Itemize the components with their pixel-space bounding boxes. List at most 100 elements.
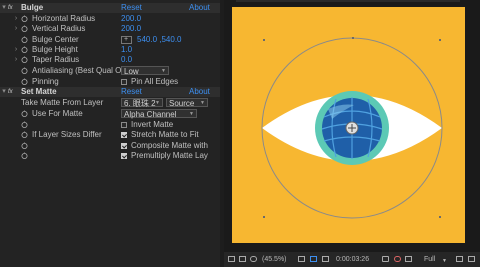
chevron-down-icon: ▼	[189, 111, 194, 117]
matte-layer-dropdown[interactable]: 6. 眼珠 2 ▼	[121, 98, 163, 108]
pinning-label: Pinning	[32, 77, 59, 86]
flow-icon[interactable]	[405, 256, 412, 262]
premultiply-label: Premultiply Matte Lay	[131, 151, 208, 160]
monitor-icon[interactable]	[239, 256, 246, 262]
set-matte-effect-name: Set Matte	[21, 87, 57, 96]
bulge-center-value[interactable]: 540.0 ,540.0	[137, 35, 181, 45]
composition-canvas[interactable]	[232, 7, 465, 243]
bulge-about-link[interactable]: About	[189, 3, 210, 13]
stretch-matte-label: Stretch Matte to Fit	[131, 130, 199, 139]
antialiasing-dropdown[interactable]: Low ▼	[121, 66, 169, 76]
eye-artwork	[261, 37, 443, 219]
composite-matte-row: Composite Matte with	[0, 141, 220, 151]
color-channels-icon[interactable]	[394, 256, 401, 262]
invert-matte-label: Invert Matte	[131, 120, 174, 129]
preview-icon[interactable]	[228, 256, 235, 262]
stopwatch-icon[interactable]	[21, 142, 28, 149]
taper-radius-label: Taper Radius	[32, 55, 80, 64]
bulge-effect-header[interactable]: ▾ fx Bulge Reset About	[0, 3, 220, 13]
set-matte-reset-link[interactable]: Reset	[121, 87, 142, 97]
matte-source-selected-value: Source	[169, 99, 195, 108]
take-matte-label: Take Matte From Layer	[21, 98, 104, 107]
view-options-icon[interactable]	[250, 256, 257, 262]
expand-arrow-icon[interactable]: ›	[13, 24, 19, 34]
bulge-height-label: Bulge Height	[32, 45, 78, 54]
stopwatch-icon[interactable]	[21, 131, 28, 138]
fx-toggle-icon[interactable]: fx	[8, 4, 18, 12]
composite-matte-label: Composite Matte with	[131, 141, 208, 150]
composite-matte-checkbox[interactable]	[121, 143, 127, 149]
horizontal-radius-label: Horizontal Radius	[32, 14, 96, 23]
stopwatch-icon[interactable]	[21, 152, 28, 159]
stopwatch-icon[interactable]	[21, 15, 28, 22]
timecode-display[interactable]: 0:00:03:26	[336, 255, 369, 264]
region-of-interest-icon[interactable]	[310, 256, 317, 262]
use-for-matte-label: Use For Matte	[32, 109, 83, 118]
layer-sizes-label: If Layer Sizes Differ	[32, 130, 102, 139]
vertical-radius-label: Vertical Radius	[32, 24, 86, 33]
effect-controls-panel: ▾ fx Bulge Reset About › Horizontal Radi…	[0, 0, 220, 267]
expand-arrow-icon[interactable]: ›	[13, 55, 19, 65]
fx-toggle-icon[interactable]: fx	[8, 88, 18, 96]
expand-arrow-icon[interactable]: ›	[13, 45, 19, 55]
taper-radius-value[interactable]: 0.0	[121, 55, 132, 65]
expand-arrow-icon[interactable]: ›	[13, 14, 19, 24]
premultiply-checkbox[interactable]	[121, 153, 127, 159]
chevron-down-icon: ▼	[161, 68, 166, 74]
use-for-matte-selected-value: Alpha Channel	[124, 110, 177, 119]
premultiply-row: Premultiply Matte Lay	[0, 151, 220, 161]
bulge-height-row: › Bulge Height 1.0	[0, 45, 220, 55]
bulge-center-row: Bulge Center 540.0 ,540.0	[0, 35, 220, 45]
matte-layer-selected-value: 6. 眼珠 2	[124, 99, 156, 108]
zoom-dropdown[interactable]: (45.5%)	[262, 255, 287, 264]
resolution-dropdown[interactable]: Full	[424, 255, 435, 264]
pinning-row: Pinning Pin All Edges	[0, 77, 220, 87]
fast-preview-icon[interactable]	[456, 256, 463, 262]
set-matte-about-link[interactable]: About	[189, 87, 210, 97]
bulge-center-label: Bulge Center	[32, 35, 79, 44]
invert-matte-checkbox[interactable]	[121, 122, 127, 128]
stopwatch-icon[interactable]	[21, 36, 28, 43]
composition-viewer[interactable]	[224, 0, 480, 252]
bulge-reset-link[interactable]: Reset	[121, 3, 142, 13]
collapse-arrow-icon[interactable]: ▾	[1, 87, 7, 97]
viewer-bottom-toolbar: (45.5%) 0:00:03:26 Full ▼	[224, 252, 480, 267]
taper-radius-row: › Taper Radius 0.0	[0, 55, 220, 65]
grid-icon[interactable]	[298, 256, 305, 262]
region-icon[interactable]	[468, 256, 475, 262]
stopwatch-icon[interactable]	[21, 25, 28, 32]
vertical-radius-value[interactable]: 200.0	[121, 24, 141, 34]
bulge-effect-name: Bulge	[21, 3, 44, 12]
antialiasing-selected-value: Low	[124, 67, 139, 76]
antialiasing-row: Antialiasing (Best Qual O Low ▼	[0, 66, 220, 76]
pin-all-edges-checkbox[interactable]	[121, 79, 127, 85]
transparency-grid-icon[interactable]	[322, 256, 329, 262]
horizontal-radius-value[interactable]: 200.0	[121, 14, 141, 24]
pin-all-edges-label: Pin All Edges	[131, 77, 179, 86]
invert-matte-row: Invert Matte	[0, 120, 220, 130]
stopwatch-icon[interactable]	[21, 46, 28, 53]
horizontal-radius-row: › Horizontal Radius 200.0	[0, 14, 220, 24]
stretch-matte-checkbox[interactable]	[121, 132, 127, 138]
collapse-arrow-icon[interactable]: ▾	[1, 3, 7, 13]
camera-icon[interactable]	[382, 256, 389, 262]
viewer-tab-strip	[236, 0, 460, 2]
stopwatch-icon[interactable]	[21, 121, 28, 128]
use-for-matte-row: Use For Matte Alpha Channel ▼	[0, 109, 220, 119]
take-matte-row: Take Matte From Layer 6. 眼珠 2 ▼ Source ▼	[0, 98, 220, 108]
matte-source-dropdown[interactable]: Source ▼	[166, 98, 208, 108]
stopwatch-icon[interactable]	[21, 78, 28, 85]
bulge-height-value[interactable]: 1.0	[121, 45, 132, 55]
chevron-down-icon: ▼	[442, 258, 447, 264]
use-for-matte-dropdown[interactable]: Alpha Channel ▼	[121, 109, 197, 119]
stopwatch-icon[interactable]	[21, 56, 28, 63]
vertical-radius-row: › Vertical Radius 200.0	[0, 24, 220, 34]
stopwatch-icon[interactable]	[21, 110, 28, 117]
stopwatch-icon[interactable]	[21, 67, 28, 74]
set-matte-effect-header[interactable]: ▾ fx Set Matte Reset About	[0, 87, 220, 97]
layer-sizes-row: If Layer Sizes Differ Stretch Matte to F…	[0, 130, 220, 140]
chevron-down-icon: ▼	[155, 100, 160, 106]
chevron-down-icon: ▼	[200, 100, 205, 106]
point-picker-icon[interactable]	[121, 35, 132, 45]
antialiasing-label: Antialiasing (Best Qual O	[32, 66, 122, 75]
